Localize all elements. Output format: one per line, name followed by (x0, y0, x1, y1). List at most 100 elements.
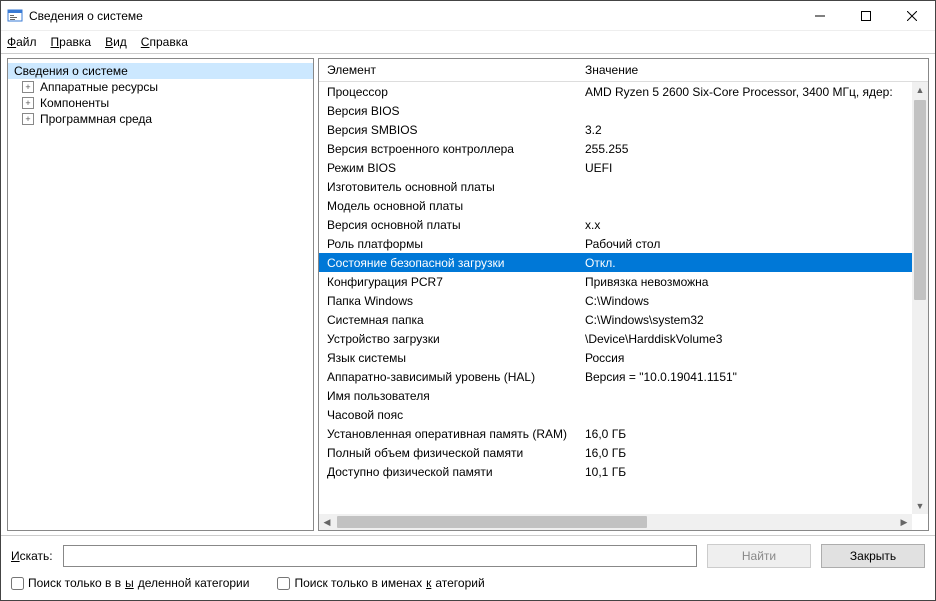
scroll-left-icon[interactable]: ◀ (319, 514, 335, 530)
minimize-button[interactable] (797, 1, 843, 31)
cell-element: Часовой пояс (327, 408, 585, 422)
cell-value: x.x (585, 218, 912, 232)
hscroll-thumb[interactable] (337, 516, 647, 528)
list-row[interactable]: Папка WindowsC:\Windows (319, 291, 912, 310)
cell-value: Откл. (585, 256, 912, 270)
cell-element: Версия встроенного контроллера (327, 142, 585, 156)
scroll-down-icon[interactable]: ▼ (912, 498, 928, 514)
cell-value: 255.255 (585, 142, 912, 156)
list-row[interactable]: Установленная оперативная память (RAM)16… (319, 424, 912, 443)
list-row[interactable]: Доступно физической памяти10,1 ГБ (319, 462, 912, 481)
list-row[interactable]: Модель основной платы (319, 196, 912, 215)
cell-value: Версия = "10.0.19041.1151" (585, 370, 912, 384)
cell-element: Версия основной платы (327, 218, 585, 232)
cell-value: Привязка невозможна (585, 275, 912, 289)
check-selected-category[interactable]: Поиск только в выделенной категории (11, 576, 249, 590)
cell-value: Россия (585, 351, 912, 365)
list-row[interactable]: Конфигурация PCR7Привязка невозможна (319, 272, 912, 291)
list-rows[interactable]: ПроцессорAMD Ryzen 5 2600 Six-Core Proce… (319, 82, 912, 514)
tree-item[interactable]: +Аппаратные ресурсы (8, 79, 313, 95)
cell-element: Язык системы (327, 351, 585, 365)
list-row[interactable]: Роль платформыРабочий стол (319, 234, 912, 253)
window-controls (797, 1, 935, 31)
list-row[interactable]: Режим BIOSUEFI (319, 158, 912, 177)
cell-value (585, 389, 912, 403)
cell-element: Доступно физической памяти (327, 465, 585, 479)
list-row[interactable]: ПроцессорAMD Ryzen 5 2600 Six-Core Proce… (319, 82, 912, 101)
list-row[interactable]: Версия основной платыx.x (319, 215, 912, 234)
cell-element: Устройство загрузки (327, 332, 585, 346)
list-row[interactable]: Версия SMBIOS3.2 (319, 120, 912, 139)
cell-value: 16,0 ГБ (585, 446, 912, 460)
cell-element: Процессор (327, 85, 585, 99)
expand-icon[interactable]: + (22, 81, 34, 93)
window-title: Сведения о системе (29, 9, 797, 23)
expand-icon[interactable]: + (22, 97, 34, 109)
cell-element: Версия SMBIOS (327, 123, 585, 137)
vscroll-thumb[interactable] (914, 100, 926, 300)
cell-element: Версия BIOS (327, 104, 585, 118)
list-row[interactable]: Имя пользователя (319, 386, 912, 405)
cell-element: Модель основной платы (327, 199, 585, 213)
search-label: Искать: (11, 549, 53, 563)
scroll-right-icon[interactable]: ▶ (896, 514, 912, 530)
cell-value (585, 180, 912, 194)
tree-item[interactable]: + Программная среда (8, 111, 313, 127)
check-category-names-box[interactable] (277, 577, 290, 590)
cell-value: C:\Windows (585, 294, 912, 308)
tree-item[interactable]: + Компоненты (8, 95, 313, 111)
list-row[interactable]: Версия встроенного контроллера255.255 (319, 139, 912, 158)
menu-view[interactable]: Вид (105, 35, 127, 49)
cell-value: 10,1 ГБ (585, 465, 912, 479)
tree-panel[interactable]: Сведения о системе +Аппаратные ресурсы+К… (7, 58, 314, 531)
cell-element: Конфигурация PCR7 (327, 275, 585, 289)
scroll-up-icon[interactable]: ▲ (912, 82, 928, 98)
list-row[interactable]: Язык системыРоссия (319, 348, 912, 367)
list-header[interactable]: Элемент Значение (319, 59, 928, 82)
vertical-scrollbar[interactable]: ▲ ▼ (912, 82, 928, 514)
app-icon (7, 8, 23, 24)
cell-element: Имя пользователя (327, 389, 585, 403)
cell-element: Папка Windows (327, 294, 585, 308)
menubar: Файл Правка Вид Справка (1, 31, 935, 53)
list-row[interactable]: Аппаратно-зависимый уровень (HAL)Версия … (319, 367, 912, 386)
list-row[interactable]: Часовой пояс (319, 405, 912, 424)
menu-help[interactable]: Справка (141, 35, 188, 49)
cell-element: Аппаратно-зависимый уровень (HAL) (327, 370, 585, 384)
cell-value: Рабочий стол (585, 237, 912, 251)
check-selected-category-box[interactable] (11, 577, 24, 590)
cell-value (585, 408, 912, 422)
list-row[interactable]: Системная папкаC:\Windows\system32 (319, 310, 912, 329)
search-input[interactable] (63, 545, 697, 567)
menu-file[interactable]: Файл (7, 35, 37, 49)
check-category-names[interactable]: Поиск только в именах категорий (277, 576, 484, 590)
list-row[interactable]: Устройство загрузки\Device\HarddiskVolum… (319, 329, 912, 348)
column-value[interactable]: Значение (585, 63, 928, 77)
tree-item-label: Программная среда (40, 112, 152, 126)
list-row[interactable]: Полный объем физической памяти16,0 ГБ (319, 443, 912, 462)
search-row: Искать: Найти Закрыть (11, 544, 925, 568)
list-panel: Элемент Значение ПроцессорAMD Ryzen 5 26… (318, 58, 929, 531)
close-panel-button[interactable]: Закрыть (821, 544, 925, 568)
cell-value: UEFI (585, 161, 912, 175)
horizontal-scrollbar[interactable]: ◀ ▶ (319, 514, 912, 530)
tree-item-label: Компоненты (40, 96, 109, 110)
footer: Искать: Найти Закрыть Поиск только в выд… (1, 535, 935, 600)
cell-element: Состояние безопасной загрузки (327, 256, 585, 270)
expand-icon[interactable]: + (22, 113, 34, 125)
cell-value: 16,0 ГБ (585, 427, 912, 441)
cell-value: 3.2 (585, 123, 912, 137)
content: Сведения о системе +Аппаратные ресурсы+К… (1, 53, 935, 535)
maximize-button[interactable] (843, 1, 889, 31)
tree-root[interactable]: Сведения о системе (8, 63, 313, 79)
find-button[interactable]: Найти (707, 544, 811, 568)
menu-edit[interactable]: Правка (51, 35, 92, 49)
cell-value: C:\Windows\system32 (585, 313, 912, 327)
list-row[interactable]: Версия BIOS (319, 101, 912, 120)
close-button[interactable] (889, 1, 935, 31)
column-element[interactable]: Элемент (327, 63, 585, 77)
list-row[interactable]: Изготовитель основной платы (319, 177, 912, 196)
cell-element: Полный объем физической памяти (327, 446, 585, 460)
cell-element: Режим BIOS (327, 161, 585, 175)
list-row[interactable]: Состояние безопасной загрузкиОткл. (319, 253, 912, 272)
